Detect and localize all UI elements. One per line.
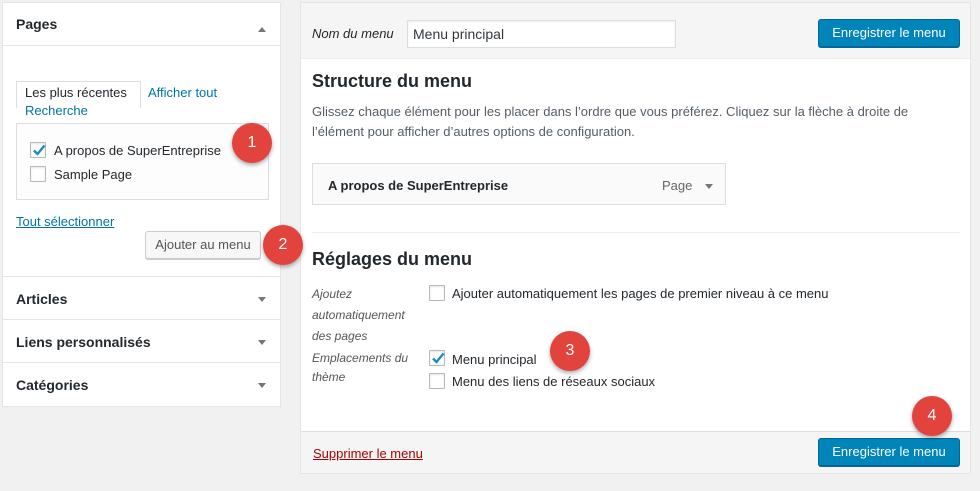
auto-add-option-label: Ajouter automatiquement les pages de pre… bbox=[452, 286, 829, 301]
auto-add-label: Ajoutez automatiquement des pages bbox=[312, 287, 405, 343]
custom-links-section-title: Liens personnalisés bbox=[16, 334, 151, 350]
page-checkbox-sample[interactable] bbox=[30, 166, 46, 182]
categories-section-header[interactable]: Catégories bbox=[3, 363, 280, 406]
menu-item[interactable]: A propos de SuperEntreprise Page bbox=[312, 163, 726, 205]
menu-name-label: Nom du menu bbox=[312, 26, 394, 41]
menu-settings-title: Réglages du menu bbox=[312, 249, 473, 269]
menu-item-expand-arrow-icon[interactable] bbox=[705, 184, 713, 189]
tab-view-all[interactable]: Afficher tout bbox=[148, 85, 217, 100]
save-menu-button[interactable]: Enregistrer le menu bbox=[818, 19, 960, 47]
delete-menu-link[interactable]: Supprimer le menu bbox=[313, 446, 423, 461]
annotation-badge-3: 3 bbox=[550, 331, 590, 371]
menu-editor: Nom du menu Enregistrer le menu Structur… bbox=[300, 2, 971, 474]
page-checkbox-about[interactable] bbox=[30, 142, 46, 158]
collapse-arrow-icon[interactable] bbox=[258, 27, 266, 32]
tab-most-recent-label[interactable]: Les plus récentes bbox=[25, 85, 127, 100]
expand-arrow-icon[interactable] bbox=[258, 340, 266, 345]
expand-arrow-icon[interactable] bbox=[258, 297, 266, 302]
annotation-badge-4: 4 bbox=[912, 396, 952, 436]
menu-structure-title: Structure du menu bbox=[312, 71, 473, 91]
menu-structure-description: Glissez chaque élément pour les placer d… bbox=[312, 104, 909, 139]
divider bbox=[312, 232, 960, 233]
locations-label: Emplacements du thème bbox=[312, 351, 409, 384]
expand-arrow-icon[interactable] bbox=[258, 383, 266, 388]
annotation-badge-2: 2 bbox=[263, 225, 303, 265]
save-menu-button-footer[interactable]: Enregistrer le menu bbox=[818, 438, 960, 466]
checkmark-icon bbox=[432, 352, 445, 364]
location-label-social: Menu des liens de réseaux sociaux bbox=[452, 374, 656, 389]
menu-name-input[interactable] bbox=[407, 20, 676, 48]
page-label-sample: Sample Page bbox=[54, 167, 133, 182]
checkmark-icon bbox=[33, 144, 46, 156]
annotation-badge-1: 1 bbox=[232, 123, 272, 163]
location-checkbox-primary[interactable] bbox=[429, 350, 445, 366]
pages-section-header[interactable]: Pages bbox=[3, 3, 280, 46]
menu-item-type: Page bbox=[662, 178, 693, 193]
page-label-about: A propos de SuperEntreprise bbox=[54, 143, 221, 158]
location-checkbox-social[interactable] bbox=[429, 373, 445, 389]
custom-links-section-header[interactable]: Liens personnalisés bbox=[3, 320, 280, 363]
articles-section-title: Articles bbox=[16, 291, 68, 307]
articles-section-header[interactable]: Articles bbox=[3, 277, 280, 320]
menu-editor-footer: Supprimer le menu Enregistrer le menu bbox=[301, 431, 970, 473]
location-label-primary: Menu principal bbox=[452, 352, 537, 367]
auto-add-checkbox[interactable] bbox=[429, 285, 445, 301]
menu-item-title: A propos de SuperEntreprise bbox=[328, 178, 509, 193]
pages-section-title: Pages bbox=[16, 16, 58, 32]
tab-search[interactable]: Recherche bbox=[25, 103, 88, 118]
add-to-menu-button[interactable]: Ajouter au menu bbox=[145, 231, 261, 259]
select-all-link[interactable]: Tout sélectionner bbox=[16, 214, 114, 229]
menu-items-accordion: Pages Les plus récentes Afficher tout Re… bbox=[2, 2, 281, 407]
categories-section-title: Catégories bbox=[16, 377, 89, 393]
menu-editor-header: Nom du menu Enregistrer le menu bbox=[301, 3, 970, 59]
pages-checklist: A propos de SuperEntreprise Sample Page bbox=[16, 123, 269, 200]
